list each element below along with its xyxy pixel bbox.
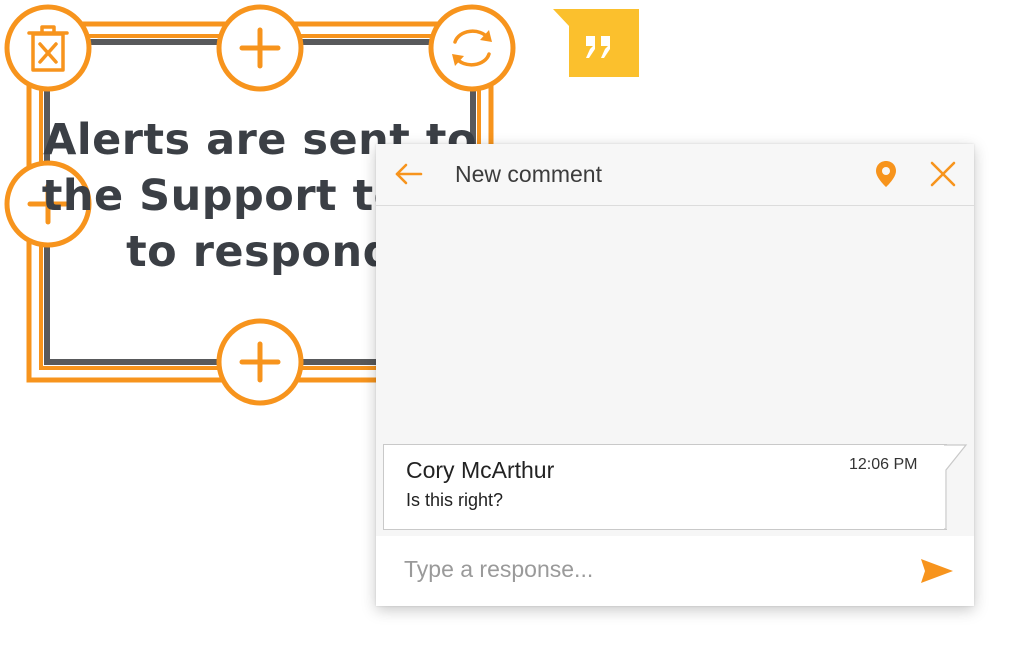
comment-message: Cory McArthur Is this right? 12:06 PM	[383, 444, 947, 530]
back-arrow-icon	[395, 163, 423, 185]
location-pin-icon	[876, 161, 896, 187]
response-input[interactable]	[404, 552, 884, 586]
message-timestamp: 12:06 PM	[849, 456, 918, 473]
comment-panel-title: New comment	[455, 161, 602, 187]
send-icon	[921, 559, 953, 583]
comment-badge[interactable]	[553, 9, 639, 77]
message-text: Is this right?	[406, 490, 504, 510]
message-bubble-tail	[944, 444, 968, 530]
message-author: Cory McArthur	[406, 457, 555, 483]
close-icon	[930, 161, 956, 187]
comment-panel: New comment Cory McArthur Is this right?…	[376, 144, 974, 606]
add-handle-bottom[interactable]	[216, 318, 304, 406]
add-handle-top[interactable]	[216, 4, 304, 92]
comment-panel-header: New comment	[376, 144, 974, 206]
delete-handle[interactable]	[4, 4, 92, 92]
rotate-handle[interactable]	[428, 4, 516, 92]
send-button[interactable]	[920, 558, 954, 589]
back-button[interactable]	[394, 161, 424, 192]
close-button[interactable]	[929, 160, 957, 193]
response-bar	[376, 536, 974, 606]
location-button[interactable]	[875, 160, 897, 193]
